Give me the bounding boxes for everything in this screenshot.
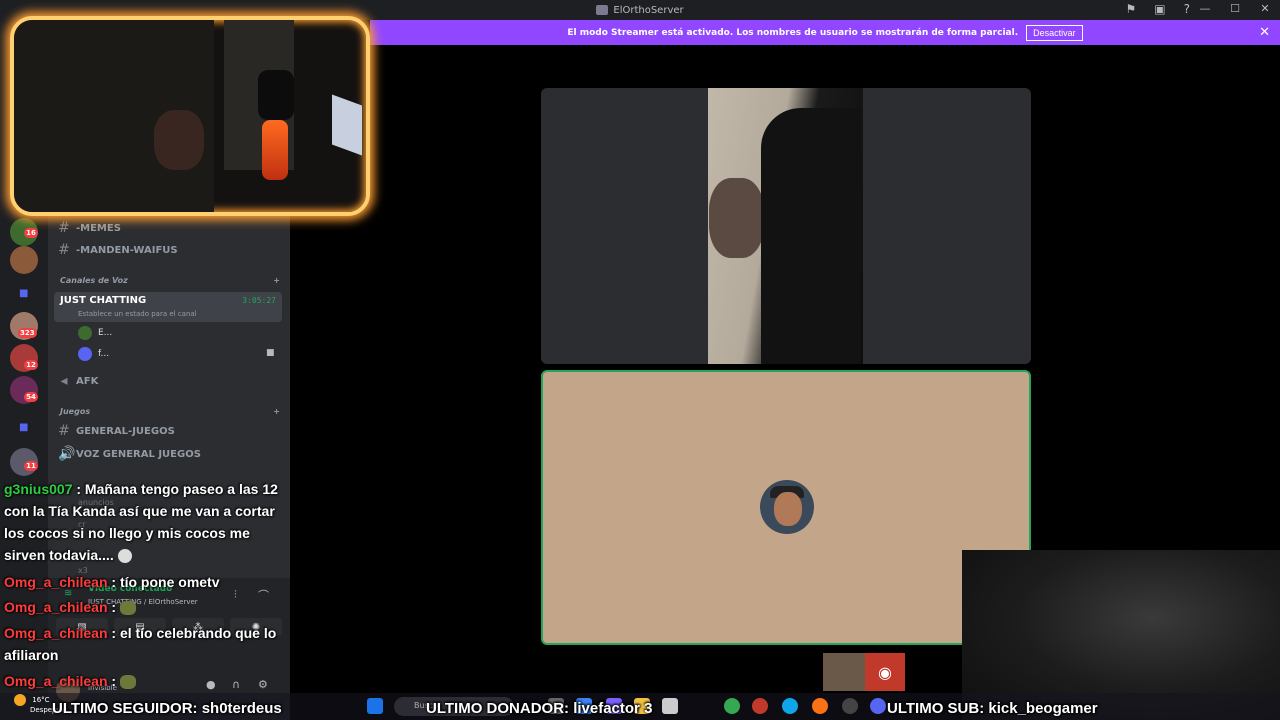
last-follower-label: ULTIMO SEGUIDOR: sh0terdeus [52,700,282,717]
chat-username: Omg_a_chilean [4,599,108,615]
folder-icon[interactable]: ■ [19,288,28,299]
unread-badge: 12 [24,360,38,370]
app-title: ElOrthoServer [596,4,684,16]
deactivate-button[interactable]: Desactivar [1026,24,1083,41]
flag-icon[interactable]: ⚑ [1126,2,1137,16]
edge-icon[interactable] [782,698,798,714]
voice-channel-name: JUST CHATTING [60,295,147,306]
channel-label: -MEMES [76,222,121,234]
weather-temp: 16°C [32,696,50,704]
opera-icon[interactable] [752,698,768,714]
close-window-button[interactable]: ✕ [1258,2,1272,15]
camera-feed-face [709,178,764,258]
voice-channel-status[interactable]: Establece un estado para el canal [78,310,197,318]
voice-user-name: f... [98,349,110,359]
last-donor-label: ULTIMO DONADOR: livefactor 3 [426,700,653,717]
channel-item[interactable]: # -MANDEN-WAIFUS [58,240,283,260]
chat-text: : [111,673,117,689]
hash-icon: # [58,423,70,439]
voice-channel-timer: 3:05:27 [242,296,276,305]
obs-icon[interactable] [842,698,858,714]
unread-badge: 11 [24,461,38,471]
voice-user-name: E... [98,328,113,338]
channel-label: GENERAL-JUEGOS [76,425,175,437]
chat-message: Omg_a_chilean : tío pone ometv [4,571,290,593]
chat-username: Omg_a_chilean [4,673,108,689]
video-tile-speaking[interactable] [541,370,1031,645]
hash-icon: # [58,242,70,258]
unread-badge: 323 [18,328,37,338]
emote-icon [117,549,132,564]
avatar [78,347,92,361]
screen: ElOrthoServer ⚑ ▣ ? — ☐ ✕ El modo Stream… [0,0,1280,720]
chat-message: Omg_a_chilean : el tío celebrando que lo… [4,622,290,666]
channel-label: VOZ GENERAL JUEGOS [76,448,201,460]
unread-badge: 54 [24,392,38,402]
emote-icon [119,601,136,616]
sun-icon [14,694,26,706]
chat-message: Omg_a_chilean : [4,670,290,692]
channel-item[interactable]: # -MEMES [58,218,283,238]
firefox-icon[interactable] [812,698,828,714]
channel-item[interactable]: # GENERAL-JUEGOS [58,421,283,441]
discord-taskbar-icon[interactable] [870,698,886,714]
channel-label: AFK [76,375,99,387]
mini-camera-thumbnail [823,653,865,691]
chat-username: Omg_a_chilean [4,574,108,590]
toolbar-icons: ⚑ ▣ ? [1126,2,1190,16]
video-tile-camera[interactable] [541,88,1031,364]
hash-icon: # [58,220,70,236]
add-channel-icon[interactable]: + [273,276,280,285]
camera-feed-shadow [761,108,861,364]
discord-logo-icon: ◉ [865,653,905,691]
chat-username: Omg_a_chilean [4,625,108,641]
channel-label: -MANDEN-WAIFUS [76,244,178,256]
camera-icon: ■ [266,348,275,358]
chat-text: : tío pone ometv [111,574,220,590]
voice-user[interactable]: f... [78,347,109,361]
folder-icon[interactable]: ■ [19,422,28,433]
banner-text: El modo Streamer está activado. Los nomb… [567,27,1019,38]
server-icon[interactable] [10,246,38,274]
category-games[interactable]: Juegos + [60,407,280,416]
help-icon[interactable]: ? [1184,2,1190,16]
maximize-button[interactable]: ☐ [1228,2,1242,15]
last-sub-label: ULTIMO SUB: kick_beogamer [887,700,1098,717]
speaker-icon: ◂ [60,373,68,389]
voice-channel-active[interactable]: JUST CHATTING 3:05:27 Establece un estad… [54,292,282,322]
speaker-icon: 🔊 [58,446,76,462]
category-voice[interactable]: Canales de Voz + [60,276,280,285]
unread-badge: 16 [24,228,38,238]
minimize-button[interactable]: — [1198,2,1212,15]
channel-item[interactable]: 🔊 VOZ GENERAL JUEGOS [58,444,283,464]
participant-avatar [760,480,814,534]
voice-user[interactable]: E... [78,326,112,340]
channel-item-afk[interactable]: ◂ AFK [58,371,283,391]
chat-username: g3nius007 [4,481,73,497]
category-label: Juegos [60,407,91,416]
store-icon[interactable] [662,698,678,714]
emote-icon [119,675,136,690]
app-icon [596,5,609,15]
window-title: ElOrthoServer [613,4,684,16]
chrome-icon[interactable] [724,698,740,714]
start-menu-icon[interactable] [367,698,383,714]
add-channel-icon[interactable]: + [273,407,280,416]
chat-message: g3nius007 : Mañana tengo paseo a las 12 … [4,478,290,566]
chat-message: Omg_a_chilean : [4,596,290,618]
streamer-mode-banner: El modo Streamer está activado. Los nomb… [370,20,1280,45]
avatar [78,326,92,340]
chat-text: : [111,599,117,615]
banner-close-icon[interactable]: ✕ [1259,25,1270,40]
category-label: Canales de Voz [60,276,128,285]
inbox-icon[interactable]: ▣ [1154,2,1165,16]
window-controls: — ☐ ✕ [1198,2,1272,15]
webcam-overlay [10,16,370,216]
